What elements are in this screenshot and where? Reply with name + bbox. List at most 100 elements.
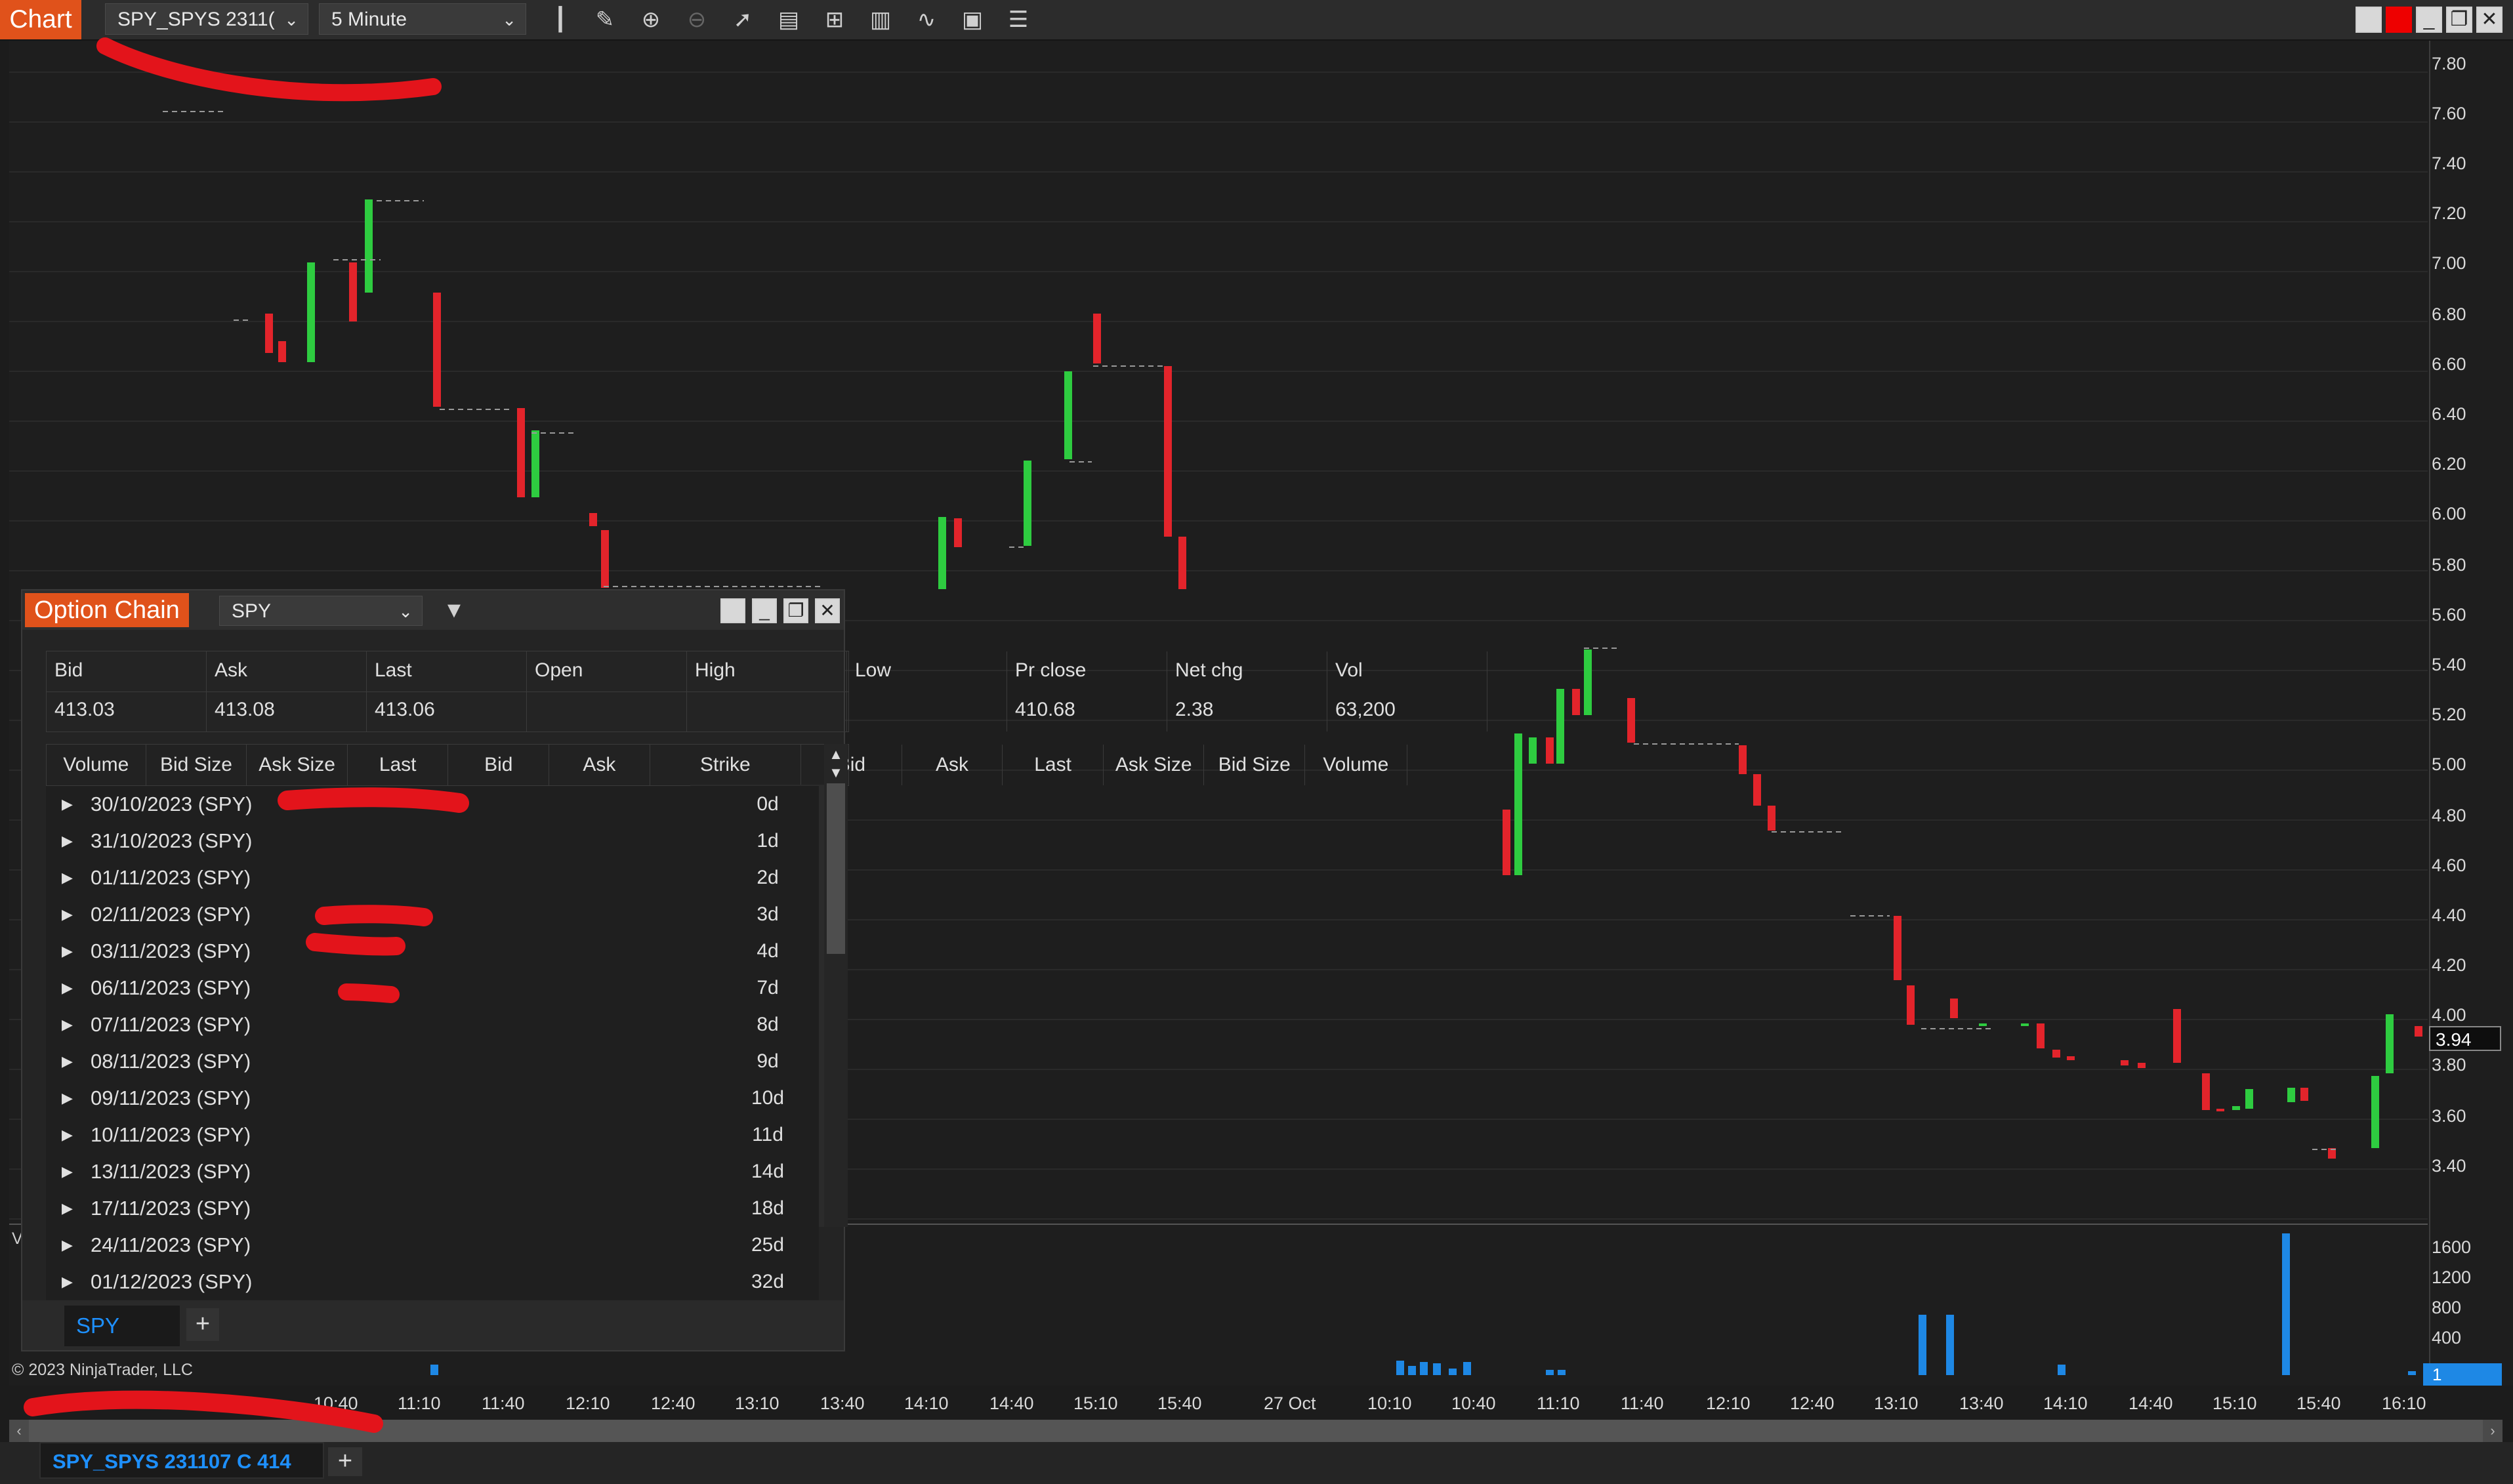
expiry-row[interactable]: ▶ 07/11/2023 (SPY) 8d	[46, 1006, 819, 1044]
candle	[1584, 649, 1592, 715]
expiry-row[interactable]: ▶ 02/11/2023 (SPY) 3d	[46, 896, 819, 934]
volume-bar	[1546, 1370, 1554, 1375]
vertical-scrollbar[interactable]: ▲ ▼	[824, 744, 848, 1227]
chart-instrument-tab[interactable]: SPY_SPYS 231107 C 414	[39, 1442, 324, 1479]
candle	[1572, 689, 1580, 715]
candle	[365, 199, 373, 293]
candle	[1768, 806, 1776, 831]
close-button[interactable]: ✕	[815, 598, 840, 623]
expand-arrow-icon[interactable]: ▶	[62, 1080, 73, 1117]
expiry-row[interactable]: ▶ 08/11/2023 (SPY) 9d	[46, 1043, 819, 1081]
expand-arrow-icon[interactable]: ▶	[62, 970, 73, 1006]
option-chain-title[interactable]: Option Chain	[25, 593, 189, 627]
scroll-right-icon[interactable]: ›	[2483, 1420, 2503, 1442]
minimize-button[interactable]: _	[752, 598, 777, 623]
price-tick-label: 7.20	[2432, 203, 2466, 223]
candle	[1894, 916, 1901, 980]
time-tick-label: 12:10	[566, 1393, 610, 1413]
price-tick-label: 3.60	[2432, 1106, 2466, 1126]
expiry-date: 01/12/2023 (SPY)	[91, 1270, 253, 1293]
option-chain-titlebar[interactable]: Option Chain SPY ⌄ ▼ _ ❐ ✕	[22, 590, 844, 630]
expand-arrow-icon[interactable]: ▶	[62, 896, 73, 933]
expiry-row[interactable]: ▶ 24/11/2023 (SPY) 25d	[46, 1227, 819, 1264]
expiry-row[interactable]: ▶ 10/11/2023 (SPY) 11d	[46, 1117, 819, 1154]
expiry-row[interactable]: ▶ 30/10/2023 (SPY) 0d	[46, 786, 819, 823]
expand-arrow-icon[interactable]: ▶	[62, 1006, 73, 1043]
volume-bar	[1396, 1361, 1404, 1375]
expiry-row[interactable]: ▶ 03/11/2023 (SPY) 4d	[46, 933, 819, 970]
expiry-row[interactable]: ▶ 01/11/2023 (SPY) 2d	[46, 859, 819, 897]
days-to-expiry: 0d	[757, 793, 779, 815]
scroll-up-icon[interactable]: ▲	[824, 745, 848, 764]
grid-column-header[interactable]: Strike	[650, 745, 802, 785]
expand-arrow-icon[interactable]: ▶	[62, 1153, 73, 1190]
grid-column-header[interactable]: Last	[1003, 745, 1104, 785]
expiry-row[interactable]: ▶ 01/12/2023 (SPY) 32d	[46, 1264, 819, 1301]
candle	[1950, 999, 1958, 1018]
expand-arrow-icon[interactable]: ▶	[62, 1264, 73, 1300]
filter-icon[interactable]: ▼	[441, 597, 467, 623]
expiry-row[interactable]: ▶ 17/11/2023 (SPY) 18d	[46, 1190, 819, 1227]
price-tick-label: 4.60	[2432, 855, 2466, 875]
quote-header: Pr close	[1015, 659, 1087, 681]
grid-column-header[interactable]: Bid Size	[1204, 745, 1306, 785]
maximize-button[interactable]: ❐	[783, 598, 808, 623]
price-tick-label: 5.40	[2432, 655, 2466, 674]
time-tick-label: 11:40	[1621, 1393, 1664, 1413]
grid-column-header[interactable]: Bid Size	[146, 745, 247, 785]
grid-column-header[interactable]: Ask Size	[1104, 745, 1205, 785]
days-to-expiry: 3d	[757, 903, 779, 925]
expiry-row[interactable]: ▶ 09/11/2023 (SPY) 10d	[46, 1080, 819, 1117]
scroll-left-icon[interactable]: ‹	[9, 1420, 29, 1442]
candle	[954, 518, 962, 547]
option-symbol-selector[interactable]: SPY ⌄	[219, 596, 423, 626]
scrollbar-thumb[interactable]	[827, 783, 845, 954]
expiry-row[interactable]: ▶ 31/10/2023 (SPY) 1d	[46, 823, 819, 860]
candle	[2232, 1106, 2240, 1110]
scroll-down-icon[interactable]: ▼	[824, 764, 848, 782]
candle	[1627, 698, 1635, 743]
grid-column-header[interactable]: Volume	[1305, 745, 1407, 785]
grid-column-header[interactable]: Ask	[549, 745, 650, 785]
price-tick-label: 4.80	[2432, 806, 2466, 825]
quote-column: Net chg 2.38	[1167, 651, 1327, 732]
grid-column-header[interactable]: Volume	[47, 745, 146, 785]
quote-column: High	[687, 651, 847, 732]
grid-column-header[interactable]: Ask	[902, 745, 1003, 785]
price-tick-label: 7.80	[2432, 54, 2466, 73]
option-chain-symbol-tab[interactable]: SPY	[64, 1306, 180, 1346]
expand-arrow-icon[interactable]: ▶	[62, 1043, 73, 1080]
quote-column: Pr close 410.68	[1007, 651, 1167, 732]
add-tab-button[interactable]: +	[186, 1308, 219, 1341]
price-tick-label: 7.40	[2432, 154, 2466, 173]
expand-arrow-icon[interactable]: ▶	[62, 1227, 73, 1264]
window-tile-button[interactable]	[720, 598, 745, 623]
expand-arrow-icon[interactable]: ▶	[62, 933, 73, 970]
candle	[517, 408, 525, 497]
grid-column-header[interactable]: Ask Size	[247, 745, 348, 785]
quote-column: Low	[847, 651, 1007, 732]
time-tick-label: 13:10	[735, 1393, 779, 1413]
expiry-row[interactable]: ▶ 13/11/2023 (SPY) 14d	[46, 1153, 819, 1191]
expand-arrow-icon[interactable]: ▶	[62, 786, 73, 823]
candle	[1024, 461, 1031, 546]
price-tick-label: 6.20	[2432, 454, 2466, 474]
horizontal-scrollbar[interactable]: ‹ ›	[9, 1420, 2503, 1442]
candle	[2386, 1014, 2394, 1073]
grid-column-header[interactable]: Bid	[448, 745, 550, 785]
candle	[2037, 1023, 2045, 1048]
quote-header: Net chg	[1175, 659, 1243, 681]
grid-column-header[interactable]: Last	[348, 745, 449, 785]
add-tab-button[interactable]: +	[328, 1447, 362, 1476]
candle	[1529, 737, 1537, 764]
expand-arrow-icon[interactable]: ▶	[62, 859, 73, 896]
days-to-expiry: 14d	[751, 1161, 785, 1182]
candle	[2052, 1050, 2060, 1058]
days-to-expiry: 4d	[757, 940, 779, 962]
days-to-expiry: 32d	[751, 1271, 785, 1292]
expand-arrow-icon[interactable]: ▶	[62, 1190, 73, 1227]
expiry-row[interactable]: ▶ 06/11/2023 (SPY) 7d	[46, 970, 819, 1007]
expand-arrow-icon[interactable]: ▶	[62, 823, 73, 859]
expand-arrow-icon[interactable]: ▶	[62, 1117, 73, 1153]
grid-column-header[interactable]: Bid	[801, 745, 902, 785]
